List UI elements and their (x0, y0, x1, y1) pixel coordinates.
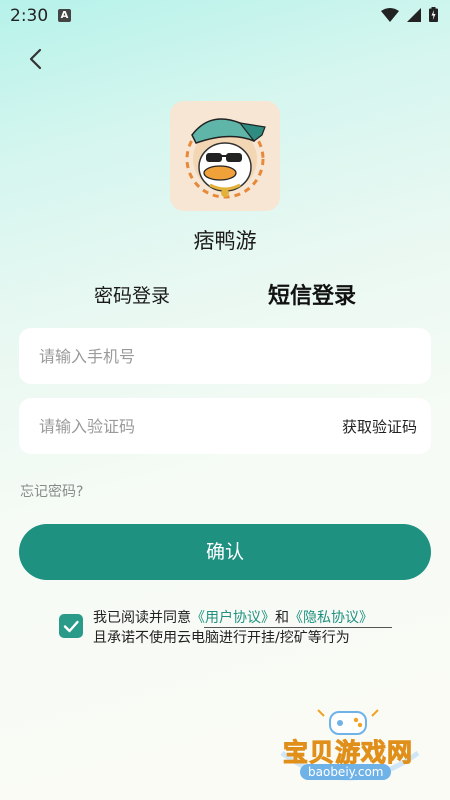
user-agreement-link[interactable]: 《用户协议》 (191, 610, 275, 626)
chevron-left-icon (29, 48, 42, 70)
status-icons (381, 7, 438, 22)
agreement-checkbox[interactable] (59, 614, 83, 638)
agreement-and: 和 (275, 610, 289, 626)
notification-icon: A (58, 9, 71, 22)
status-time: 2:30 (10, 6, 49, 26)
phone-field (19, 328, 431, 384)
agreement-text: 我已阅读并同意《用户协议》和《隐私协议》 且承诺不使用云电脑进行开挂/挖矿等行为 (93, 608, 413, 648)
get-code-button[interactable]: 获取验证码 (342, 416, 417, 437)
agreement-line2: 且承诺不使用云电脑进行开挂/挖矿等行为 (93, 630, 350, 646)
app-logo (170, 101, 280, 211)
agreement-prefix: 我已阅读并同意 (93, 610, 191, 626)
tab-sms-login[interactable]: 短信登录 (268, 278, 356, 310)
wifi-icon (381, 7, 399, 22)
back-button[interactable] (24, 46, 50, 72)
tab-password-login[interactable]: 密码登录 (94, 281, 170, 308)
forgot-password-link[interactable]: 忘记密码? (20, 481, 83, 501)
app-name: 痞鸭游 (193, 229, 257, 253)
checkmark-icon (63, 620, 79, 633)
verification-code-field: 获取验证码 (19, 398, 431, 454)
status-bar: 2:30 A (0, 0, 450, 32)
duck-mascot-icon (170, 101, 280, 211)
phone-input[interactable] (39, 328, 339, 384)
signal-icon (407, 7, 421, 22)
agreement-underline (204, 627, 392, 628)
privacy-policy-link[interactable]: 《隐私协议》 (289, 610, 373, 626)
verification-code-input[interactable] (39, 398, 339, 454)
battery-icon (429, 7, 438, 22)
watermark-domain: baobeiy.com (300, 764, 392, 780)
confirm-button[interactable]: 确认 (19, 524, 431, 580)
